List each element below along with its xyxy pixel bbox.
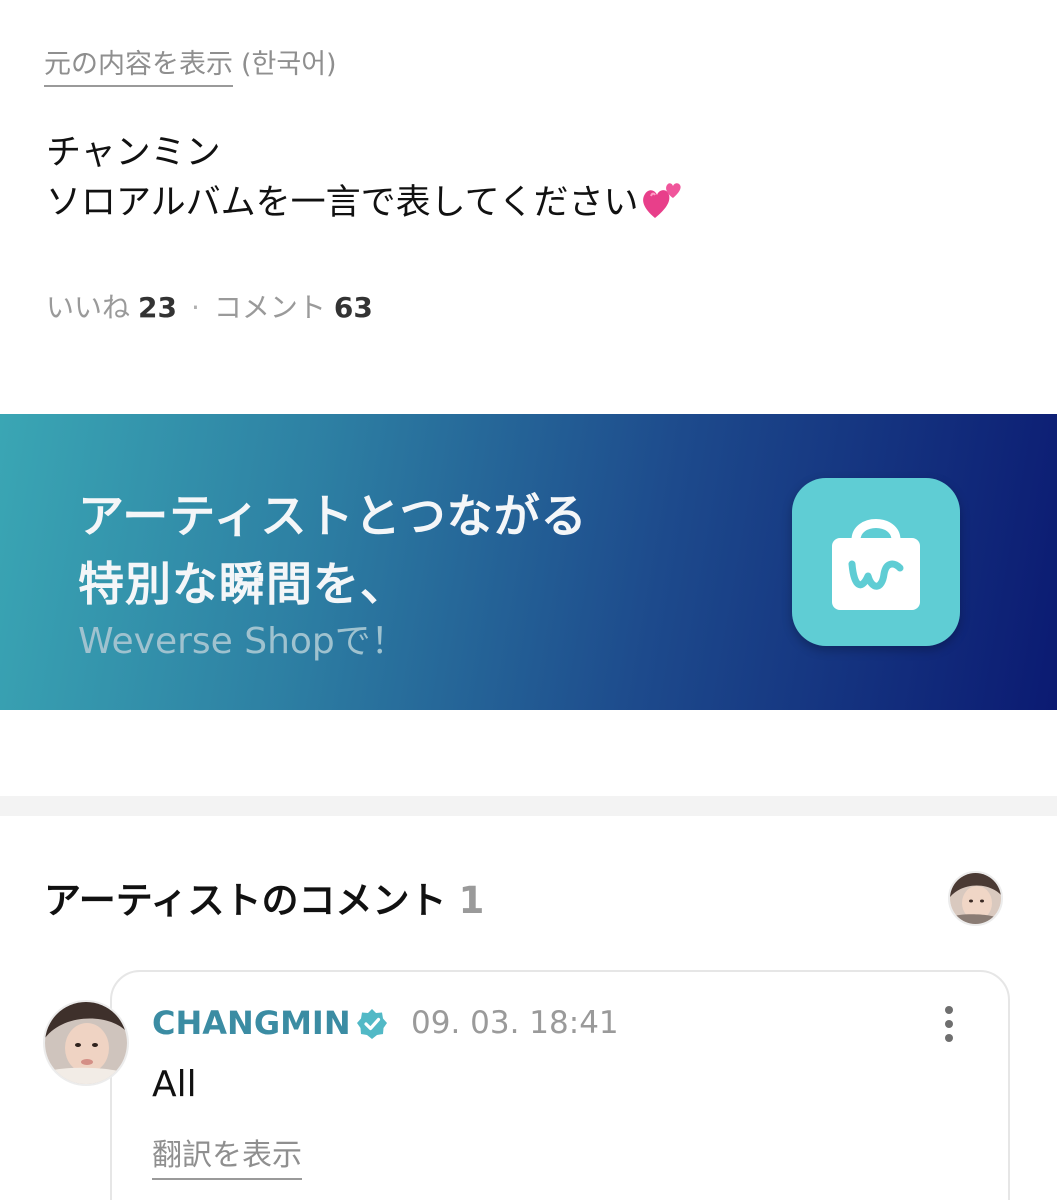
post-text-line-1: チャンミン [46,133,221,173]
comments-label[interactable]: コメント [214,291,326,324]
original-language-row: 元の内容を表示 (한국어) [44,42,337,87]
likes-label[interactable]: いいね [46,291,130,324]
stats-separator: · [190,291,200,324]
artist-comments-title: アーティストのコメント [44,879,447,922]
more-options-icon[interactable] [934,1003,964,1045]
show-original-link[interactable]: 元の内容を表示 [44,42,233,87]
post-body: チャンミン ソロアルバムを一言で表してください [46,128,685,228]
show-translation-link[interactable]: 翻訳を表示 [152,1130,302,1180]
weverse-shop-bag-icon [792,478,960,646]
likes-count: 23 [138,291,177,324]
banner-subline: Weverse Shopで！ [78,621,407,662]
comment-author-avatar[interactable] [43,1000,129,1086]
artist-comments-count: 1 [458,879,485,922]
post-text-line-2: ソロアルバムを一言で表してください [46,178,685,228]
two-hearts-icon [641,180,685,220]
comment-text: All [152,1064,197,1105]
original-language-label: (한국어) [241,49,337,80]
section-divider [0,796,1057,816]
weverse-shop-banner[interactable]: アーティストとつながる 特別な瞬間を、 Weverse Shopで！ [0,414,1057,710]
artist-avatar[interactable] [948,871,1003,926]
post-stats: いいね 23 · コメント 63 [46,286,373,326]
comment-timestamp: 09. 03. 18:41 [411,1005,619,1041]
comments-count: 63 [333,291,373,324]
comment-author-name[interactable]: CHANGMIN [152,1004,351,1042]
banner-headline-1: アーティストとつながる [78,489,588,543]
banner-headline-2: 特別な瞬間を、 [78,557,407,611]
verified-badge-icon [356,1008,388,1040]
post-text-line-2-text: ソロアルバムを一言で表してください [46,183,639,223]
post-detail-page: 元の内容を表示 (한국어) チャンミン ソロアルバムを一言で表してください いいね… [0,0,1057,1200]
artist-comments-header: アーティストのコメント 1 [44,870,484,924]
